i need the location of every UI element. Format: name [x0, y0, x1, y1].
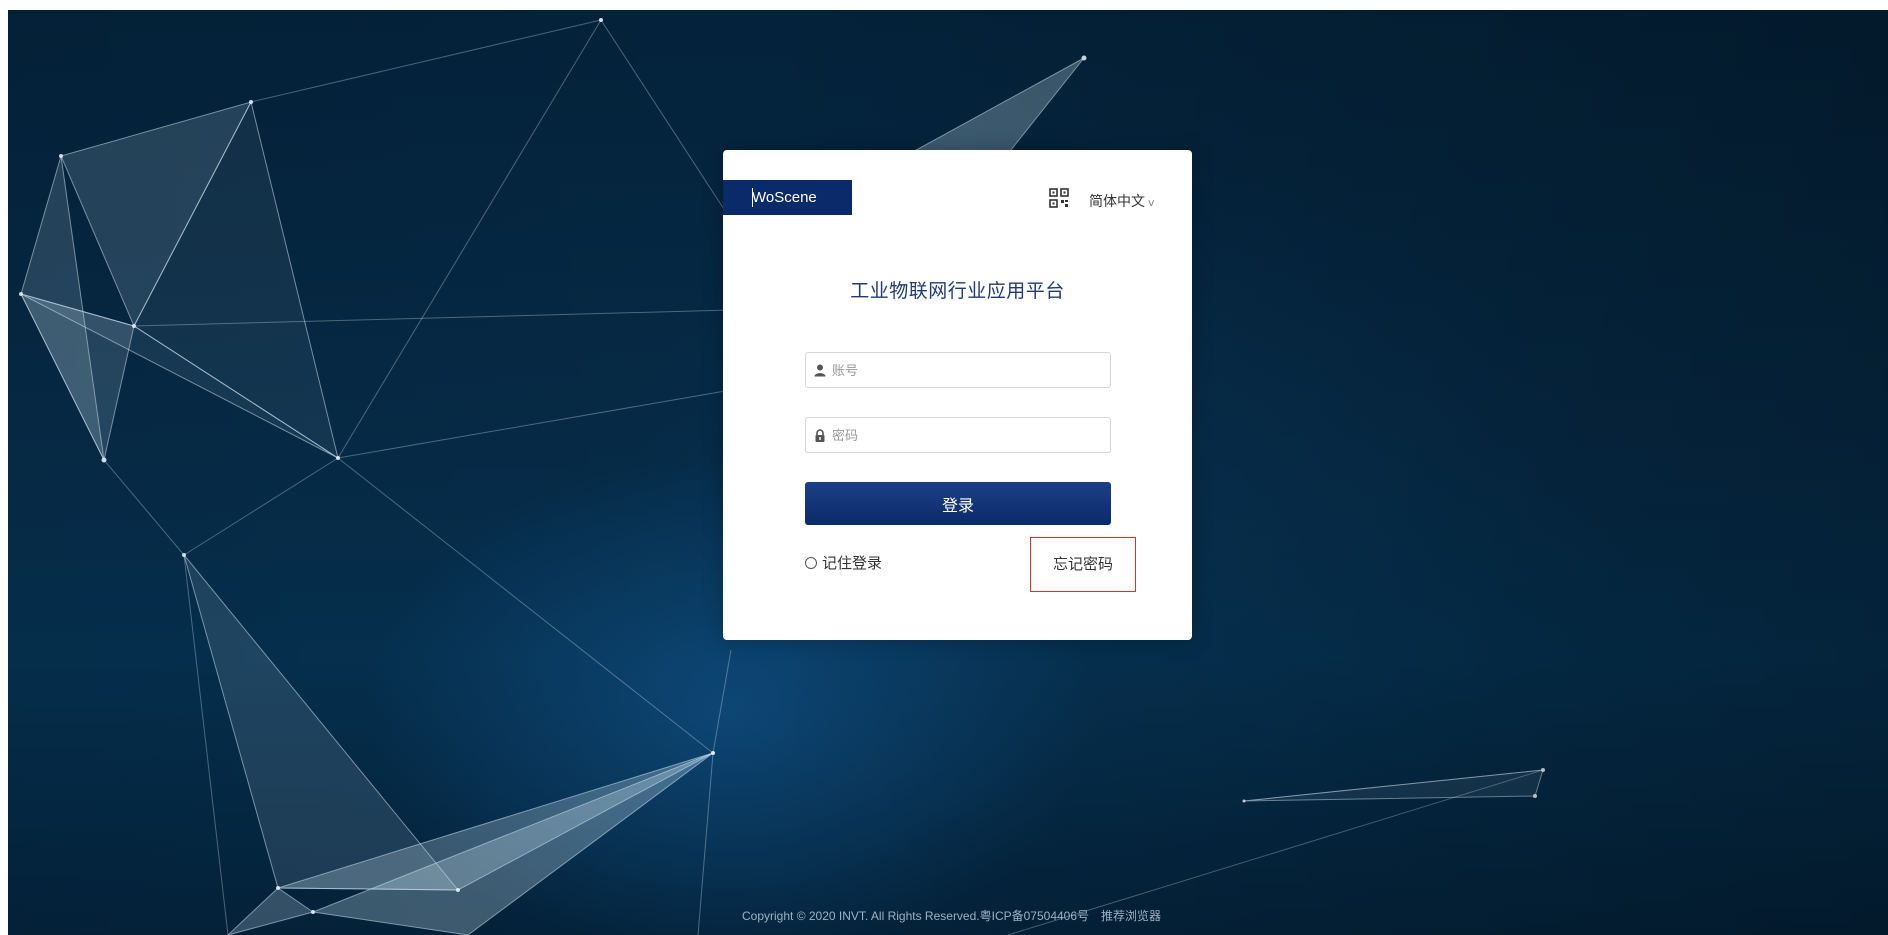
login-button[interactable]: 登录 [805, 482, 1111, 525]
brand-logo: WoScene [723, 180, 852, 215]
username-input[interactable] [830, 353, 1104, 389]
qr-code-icon[interactable] [1049, 188, 1069, 208]
copyright-text: Copyright © 2020 INVT. All Rights Reserv… [742, 909, 1090, 923]
remember-login-option[interactable]: 记住登录 [805, 552, 882, 573]
chevron-down-icon: v [1148, 196, 1155, 209]
login-card: WoScene 简体中文v 工业物联网行业应用平台 登录 记住登录 [723, 150, 1192, 640]
footer: Copyright © 2020 INVT. All Rights Reserv… [742, 907, 1161, 924]
password-input[interactable] [830, 418, 1104, 454]
text-caret [752, 188, 753, 207]
brand-logo-text: WoScene [752, 189, 817, 206]
recommended-browser-link[interactable]: 推荐浏览器 [1101, 909, 1161, 923]
remember-radio[interactable] [805, 556, 817, 569]
user-icon [814, 364, 826, 377]
language-selector[interactable]: 简体中文 v [1089, 191, 1155, 211]
language-label: 简体中文 [1089, 194, 1145, 210]
lock-icon [815, 429, 825, 442]
remember-label: 记住登录 [822, 554, 883, 572]
page-title: 工业物联网行业应用平台 [850, 280, 1065, 302]
username-field[interactable] [805, 352, 1111, 389]
forgot-password-link[interactable]: 忘记密码 [1030, 537, 1136, 592]
password-field[interactable] [805, 417, 1111, 454]
